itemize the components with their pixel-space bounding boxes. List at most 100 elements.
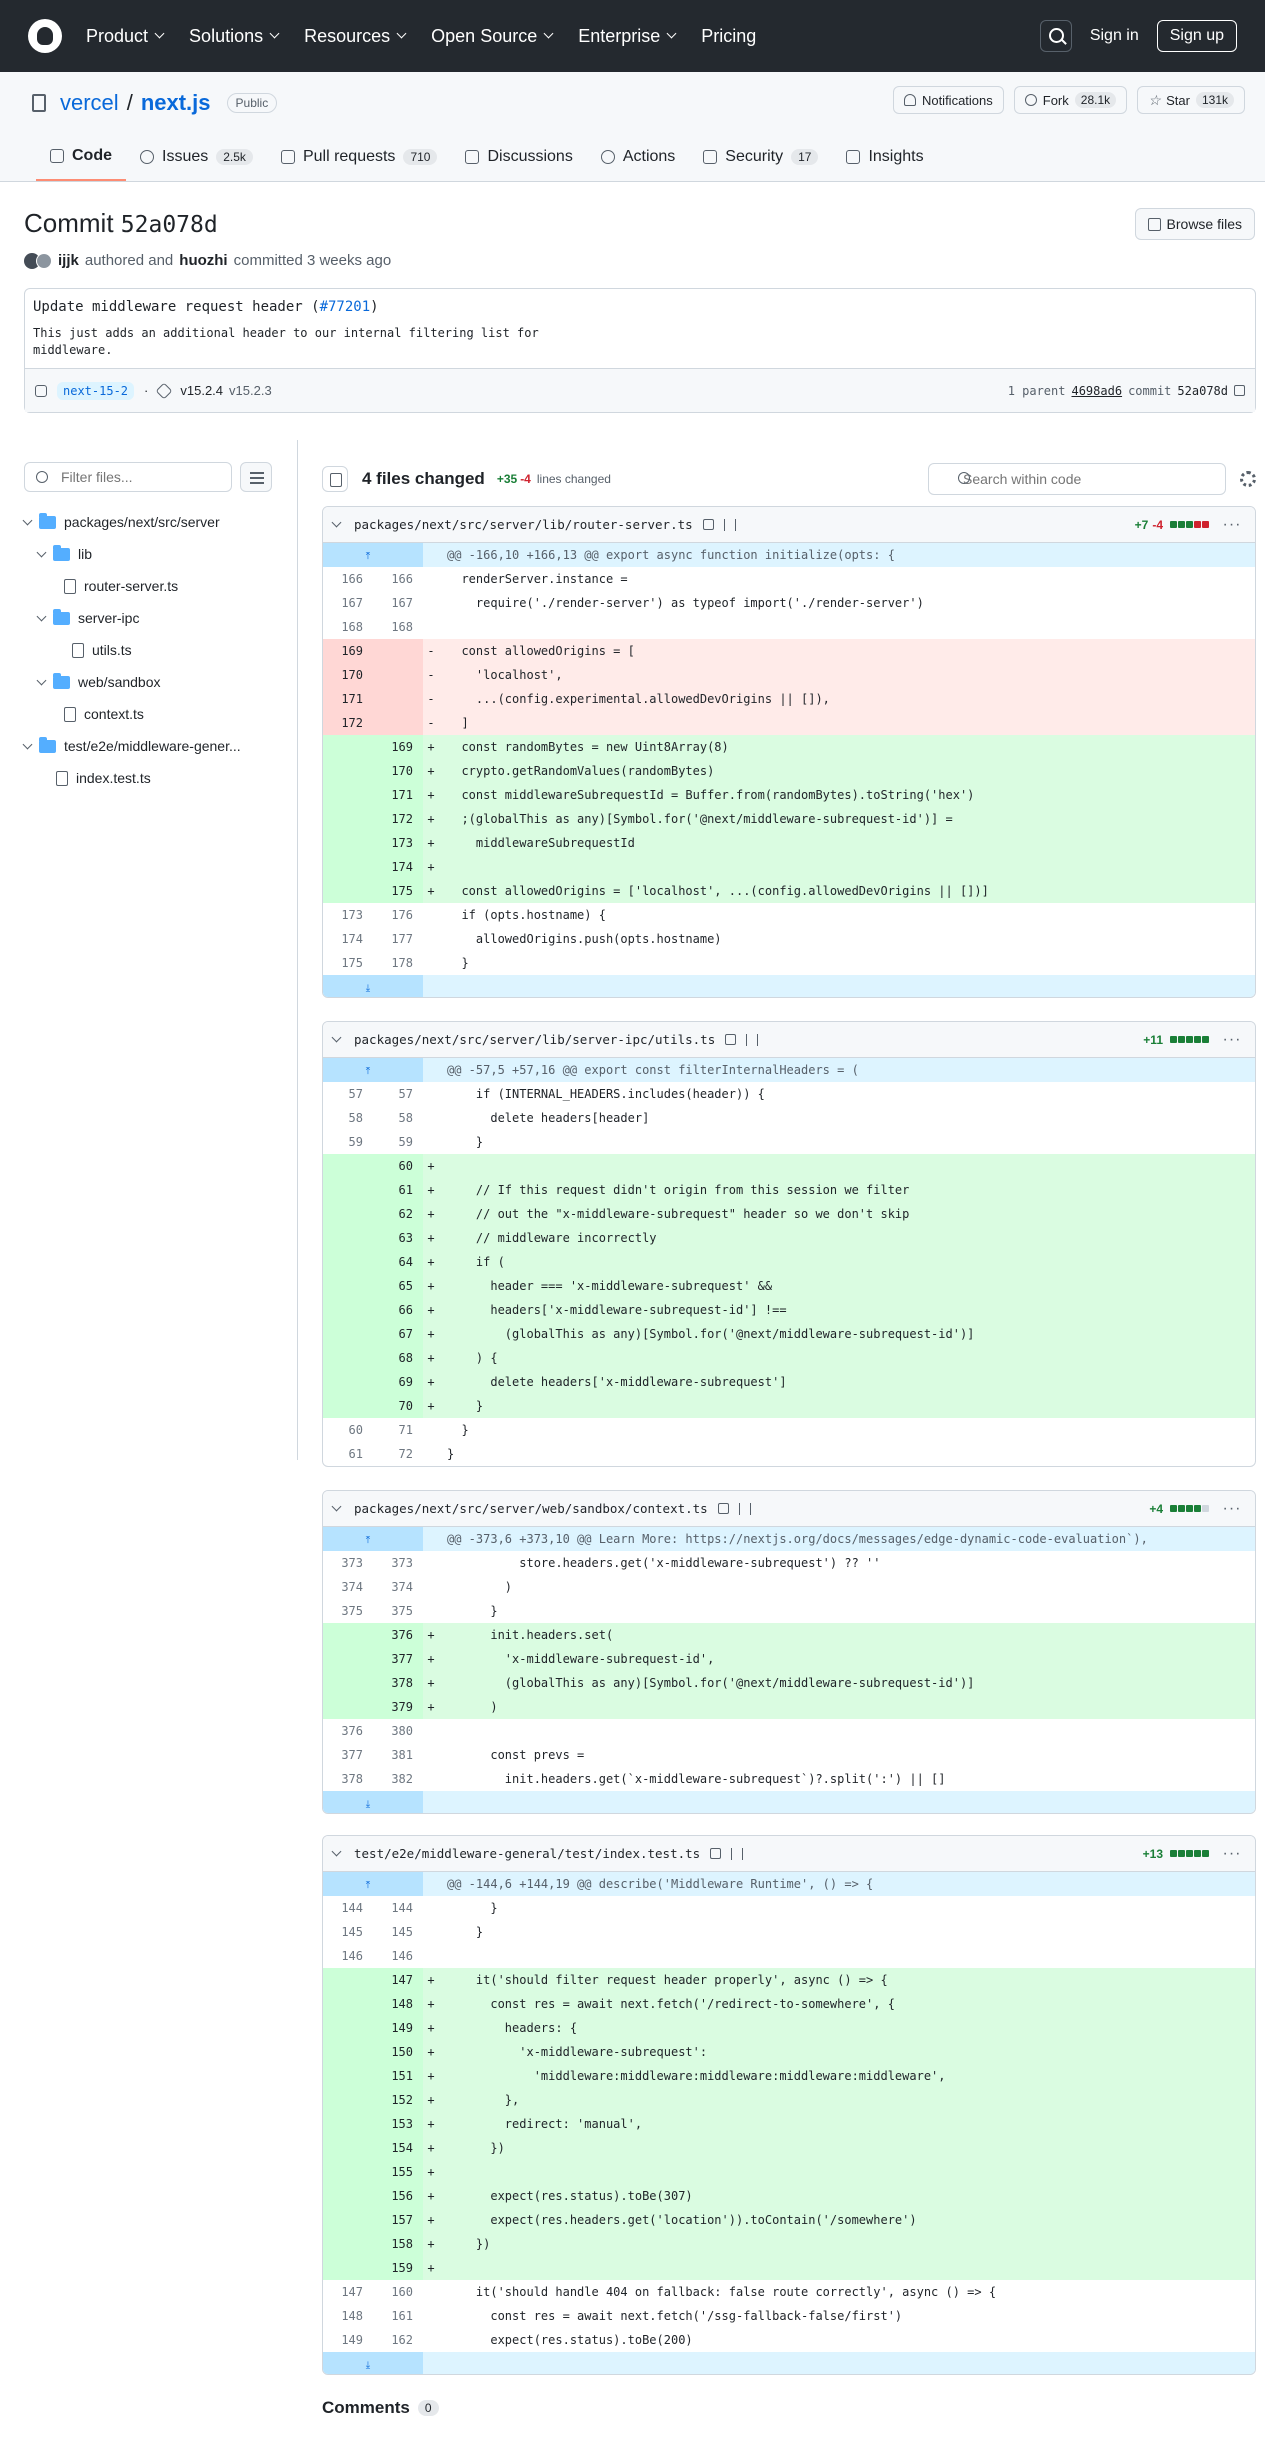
diff-line: 57 57 if (INTERNAL_HEADERS.includes(heade… bbox=[323, 1082, 1255, 1106]
hunk-header[interactable]: ⤒ @@ -373,6 +373,10 @@ Learn More: https:… bbox=[323, 1527, 1255, 1551]
committer-link[interactable]: huozhi bbox=[179, 252, 227, 269]
hunk-header[interactable]: ⤒ @@ -166,10 +166,13 @@ export async func… bbox=[323, 543, 1255, 567]
branch-badge[interactable]: next-15-2 bbox=[57, 381, 135, 400]
chevron-down-icon bbox=[22, 739, 33, 749]
tab-pull-requests[interactable]: Pull requests 710 bbox=[267, 137, 452, 181]
file-diffstat: +7 -4 bbox=[1135, 518, 1209, 532]
expand-up-icon[interactable]: ⤒ bbox=[323, 1874, 413, 1898]
code-text: expect(res.headers.get('location')).toCo… bbox=[439, 2208, 1255, 2232]
tab-insights[interactable]: Insights bbox=[832, 137, 937, 181]
copy-icon[interactable] bbox=[710, 1848, 722, 1859]
expand-down-icon[interactable]: ⤓ bbox=[323, 977, 413, 997]
copy-icon[interactable] bbox=[725, 1034, 737, 1045]
repo-owner-link[interactable]: vercel bbox=[60, 90, 119, 116]
kebab-menu-icon[interactable]: ··· bbox=[1219, 1031, 1245, 1049]
chevron-down-icon[interactable] bbox=[331, 1032, 342, 1043]
star-button[interactable]: ☆ Star 131k bbox=[1137, 86, 1245, 114]
nav-open-source[interactable]: Open Source bbox=[431, 26, 554, 47]
tab-discussions[interactable]: Discussions bbox=[451, 137, 586, 181]
tree-item-folder[interactable]: server-ipc bbox=[24, 602, 241, 634]
new-line-number: 373 bbox=[391, 1556, 413, 1570]
expand-row[interactable]: ⤓ bbox=[323, 2352, 1255, 2374]
file-path[interactable]: packages/next/src/server/lib/router-serv… bbox=[354, 517, 693, 532]
tree-item-label: test/e2e/middleware-gener... bbox=[64, 738, 241, 754]
tab-code[interactable]: Code bbox=[36, 137, 126, 181]
expand-row[interactable]: ⤓ bbox=[323, 975, 1255, 997]
expand-down-icon[interactable]: ⤓ bbox=[323, 1793, 413, 1813]
author-link[interactable]: ijjk bbox=[58, 252, 79, 269]
unfold-icon[interactable] bbox=[738, 1502, 751, 1515]
tab-count: 2.5k bbox=[216, 149, 253, 165]
tree-item-folder[interactable]: test/e2e/middleware-gener... bbox=[22, 730, 241, 762]
diff-sign: - bbox=[427, 644, 435, 658]
tab-security[interactable]: Security 17 bbox=[689, 137, 832, 181]
chevron-down-icon bbox=[396, 28, 407, 39]
tree-item-file[interactable]: router-server.ts bbox=[24, 570, 241, 602]
expand-up-icon[interactable]: ⤒ bbox=[323, 1060, 413, 1084]
chevron-down-icon[interactable] bbox=[331, 1501, 342, 1512]
unfold-icon[interactable] bbox=[723, 518, 736, 531]
sidebar-toggle-icon[interactable] bbox=[322, 466, 348, 492]
filter-files-input[interactable] bbox=[24, 462, 232, 492]
kebab-menu-icon[interactable]: ··· bbox=[1219, 516, 1245, 534]
search-icon[interactable] bbox=[1039, 20, 1072, 52]
tab-actions[interactable]: Actions bbox=[587, 137, 689, 181]
copy-icon[interactable] bbox=[1234, 385, 1245, 396]
tag-previous[interactable]: v15.2.3 bbox=[229, 383, 272, 398]
copy-icon[interactable] bbox=[702, 519, 714, 530]
pr-link[interactable]: #77201 bbox=[320, 299, 371, 315]
search-within-code-input[interactable] bbox=[928, 463, 1226, 495]
diff-sign bbox=[423, 1058, 439, 1082]
kebab-menu-icon[interactable]: ··· bbox=[1219, 1845, 1245, 1863]
diff-line: 148 161 const res = await next.fetch('/ss… bbox=[323, 2304, 1255, 2328]
unfold-icon[interactable] bbox=[731, 1847, 744, 1860]
old-line-number: 149 bbox=[341, 2333, 363, 2347]
tree-item-folder[interactable]: packages/next/src/server bbox=[22, 506, 241, 538]
nav-product[interactable]: Product bbox=[86, 26, 165, 47]
hunk-header[interactable]: ⤒ @@ -144,6 +144,19 @@ describe('Middlewa… bbox=[323, 1872, 1255, 1896]
tree-item-folder[interactable]: web/sandbox bbox=[24, 666, 241, 698]
expand-down-icon[interactable]: ⤓ bbox=[323, 2354, 413, 2374]
nav-enterprise[interactable]: Enterprise bbox=[578, 26, 677, 47]
filter-options-button[interactable] bbox=[240, 462, 272, 492]
nav-solutions[interactable]: Solutions bbox=[189, 26, 280, 47]
avatar[interactable] bbox=[36, 252, 52, 269]
tree-item-file[interactable]: utils.ts bbox=[24, 634, 241, 666]
parent-sha-link[interactable]: 4698ad6 bbox=[1071, 384, 1122, 398]
tree-item-file[interactable]: index.test.ts bbox=[24, 762, 241, 794]
kebab-menu-icon[interactable]: ··· bbox=[1219, 1500, 1245, 1518]
repo-name-link[interactable]: next.js bbox=[141, 90, 211, 116]
nav-resources[interactable]: Resources bbox=[304, 26, 407, 47]
tab-count: 710 bbox=[403, 149, 438, 165]
separator-dot: · bbox=[144, 383, 149, 398]
code-text: ...(config.experimental.allowedDevOrigin… bbox=[447, 692, 830, 706]
expand-up-icon[interactable]: ⤒ bbox=[323, 545, 413, 569]
fork-button[interactable]: Fork 28.1k bbox=[1013, 86, 1128, 114]
tag-current[interactable]: v15.2.4 bbox=[180, 383, 223, 398]
browse-files-button[interactable]: Browse files bbox=[1134, 208, 1255, 240]
expand-up-icon[interactable]: ⤒ bbox=[323, 1529, 413, 1553]
diff-sign: - bbox=[427, 692, 435, 706]
hunk-header[interactable]: ⤒ @@ -57,5 +57,16 @@ export const filterI… bbox=[323, 1058, 1255, 1082]
sign-in-link[interactable]: Sign in bbox=[1090, 27, 1139, 45]
tree-item-folder[interactable]: lib bbox=[24, 538, 241, 570]
chevron-down-icon[interactable] bbox=[331, 1846, 342, 1857]
gear-icon[interactable] bbox=[1240, 471, 1256, 487]
file-path[interactable]: packages/next/src/server/web/sandbox/con… bbox=[354, 1501, 708, 1516]
sign-up-button[interactable]: Sign up bbox=[1156, 20, 1237, 52]
nav-pricing[interactable]: Pricing bbox=[701, 26, 756, 47]
file-path[interactable]: test/e2e/middleware-general/test/index.t… bbox=[354, 1846, 700, 1861]
tree-item-file[interactable]: context.ts bbox=[24, 698, 241, 730]
old-line-number bbox=[323, 1202, 373, 1226]
file-path[interactable]: packages/next/src/server/lib/server-ipc/… bbox=[354, 1032, 715, 1047]
old-line-number: 148 bbox=[341, 2309, 363, 2323]
tab-issues[interactable]: Issues 2.5k bbox=[126, 137, 267, 181]
notifications-button[interactable]: Notifications bbox=[892, 86, 1004, 114]
unfold-icon[interactable] bbox=[746, 1033, 759, 1046]
file-header: packages/next/src/server/lib/router-serv… bbox=[323, 507, 1255, 543]
chevron-down-icon[interactable] bbox=[331, 517, 342, 528]
code-text: // middleware incorrectly bbox=[439, 1226, 1255, 1250]
github-logo-icon[interactable] bbox=[28, 19, 62, 53]
copy-icon[interactable] bbox=[717, 1503, 729, 1514]
expand-row[interactable]: ⤓ bbox=[323, 1791, 1255, 1813]
